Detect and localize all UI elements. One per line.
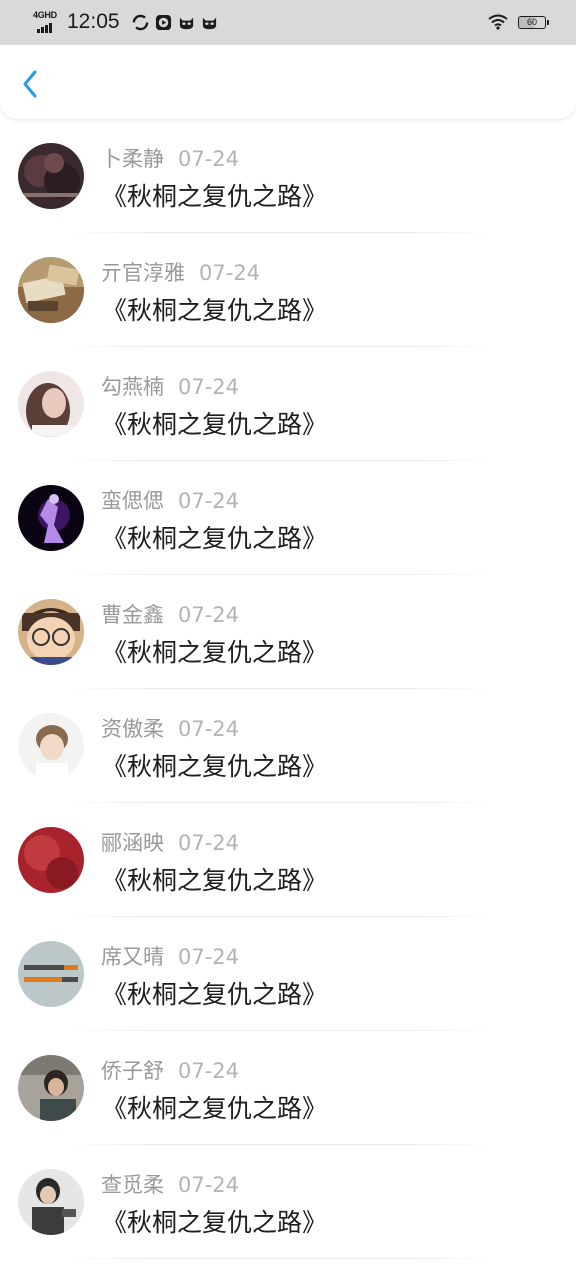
item-meta: 勾燕楠 07-24 — [101, 371, 239, 401]
user-name: 席又晴 — [101, 945, 164, 969]
clock: 12:05 — [67, 10, 120, 33]
avatar[interactable] — [18, 371, 84, 437]
item-title: 《秋桐之复仇之路》 — [102, 866, 328, 895]
list-item[interactable]: 勾燕楠 07-24 《秋桐之复仇之路》 — [0, 347, 576, 461]
item-title: 《秋桐之复仇之路》 — [102, 1208, 328, 1237]
list-item[interactable]: 曹金鑫 07-24 《秋桐之复仇之路》 — [0, 575, 576, 689]
item-date: 07-24 — [178, 375, 240, 399]
avatar[interactable] — [18, 1169, 84, 1235]
item-date: 07-24 — [178, 147, 240, 171]
item-meta: 亓官淳雅 07-24 — [101, 257, 260, 287]
user-name: 资傲柔 — [101, 717, 164, 741]
item-meta: 蛮偲偲 07-24 — [101, 485, 239, 515]
item-date: 07-24 — [178, 945, 240, 969]
item-date: 07-24 — [199, 261, 261, 285]
user-name: 卜柔静 — [101, 147, 164, 171]
list-item[interactable]: 席又晴 07-24 《秋桐之复仇之路》 — [0, 917, 576, 1031]
item-date: 07-24 — [178, 1173, 240, 1197]
header-bar — [0, 45, 576, 119]
signal-icon — [37, 23, 52, 33]
network-indicator: 4GHD — [33, 9, 61, 35]
item-title: 《秋桐之复仇之路》 — [102, 1094, 328, 1123]
status-bar: 4GHD 12:05 60 — [0, 0, 576, 45]
avatar[interactable] — [18, 257, 84, 323]
status-bar-left: 4GHD 12:05 — [33, 6, 218, 38]
list-item[interactable]: 侨子舒 07-24 《秋桐之复仇之路》 — [0, 1031, 576, 1145]
item-meta: 资傲柔 07-24 — [101, 713, 239, 743]
item-title: 《秋桐之复仇之路》 — [102, 296, 328, 325]
user-name: 查觅柔 — [101, 1173, 164, 1197]
item-meta: 查觅柔 07-24 — [101, 1169, 239, 1199]
avatar[interactable] — [18, 143, 84, 209]
comment-list: 卜柔静 07-24 《秋桐之复仇之路》 亓官淳雅 07-24 《秋桐之复仇之路》 勾… — [0, 119, 576, 1259]
play-icon — [155, 14, 171, 30]
chevron-left-icon — [23, 70, 37, 98]
avatar[interactable] — [18, 1055, 84, 1121]
item-meta: 席又晴 07-24 — [101, 941, 239, 971]
user-name: 郦涵映 — [101, 831, 164, 855]
list-item[interactable]: 卜柔静 07-24 《秋桐之复仇之路》 — [0, 119, 576, 233]
status-bar-right: 60 — [488, 10, 549, 34]
item-title: 《秋桐之复仇之路》 — [102, 980, 328, 1009]
cat-icon — [179, 17, 193, 29]
avatar[interactable] — [18, 485, 84, 551]
cat-icon — [202, 17, 216, 29]
list-item[interactable]: 郦涵映 07-24 《秋桐之复仇之路》 — [0, 803, 576, 917]
list-item[interactable]: 亓官淳雅 07-24 《秋桐之复仇之路》 — [0, 233, 576, 347]
item-date: 07-24 — [178, 831, 240, 855]
item-date: 07-24 — [178, 603, 240, 627]
avatar[interactable] — [18, 827, 84, 893]
item-title: 《秋桐之复仇之路》 — [102, 638, 328, 667]
user-name: 勾燕楠 — [101, 375, 164, 399]
avatar[interactable] — [18, 599, 84, 665]
sync-icon — [132, 14, 148, 30]
avatar[interactable] — [18, 713, 84, 779]
item-title: 《秋桐之复仇之路》 — [102, 524, 328, 553]
item-meta: 郦涵映 07-24 — [101, 827, 239, 857]
item-date: 07-24 — [178, 717, 240, 741]
item-meta: 曹金鑫 07-24 — [101, 599, 239, 629]
list-item[interactable]: 查觅柔 07-24 《秋桐之复仇之路》 — [0, 1145, 576, 1259]
network-label: 4GHD — [33, 10, 57, 20]
item-date: 07-24 — [178, 489, 240, 513]
list-item[interactable]: 蛮偲偲 07-24 《秋桐之复仇之路》 — [0, 461, 576, 575]
item-meta: 卜柔静 07-24 — [101, 143, 239, 173]
wifi-icon — [488, 14, 508, 30]
item-date: 07-24 — [178, 1059, 240, 1083]
avatar[interactable] — [18, 941, 84, 1007]
item-title: 《秋桐之复仇之路》 — [102, 410, 328, 439]
divider — [60, 1258, 500, 1259]
user-name: 曹金鑫 — [101, 603, 164, 627]
user-name: 蛮偲偲 — [101, 489, 164, 513]
battery-level: 60 — [526, 17, 537, 27]
battery-icon: 60 — [518, 15, 549, 29]
item-title: 《秋桐之复仇之路》 — [102, 182, 328, 211]
user-name: 侨子舒 — [101, 1059, 164, 1083]
back-button[interactable] — [14, 67, 48, 101]
item-title: 《秋桐之复仇之路》 — [102, 752, 328, 781]
user-name: 亓官淳雅 — [101, 261, 185, 285]
list-item[interactable]: 资傲柔 07-24 《秋桐之复仇之路》 — [0, 689, 576, 803]
item-meta: 侨子舒 07-24 — [101, 1055, 239, 1085]
